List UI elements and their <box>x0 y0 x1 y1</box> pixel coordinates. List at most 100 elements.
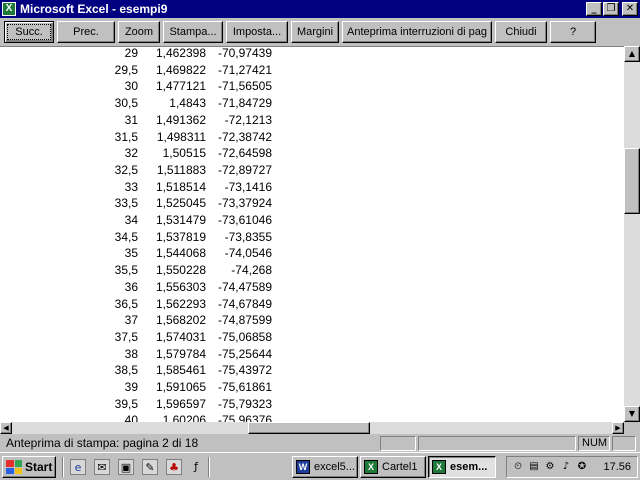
table-row: 34 1,531479 -73,61046 <box>0 212 300 228</box>
table-cell: 30,5 <box>114 96 138 111</box>
vertical-scrollbar[interactable]: ▲ ▼ <box>624 46 640 422</box>
table-row: 35,5 1,550228 -74,268 <box>0 262 300 278</box>
taskbar-item-word[interactable]: W excel5... <box>292 456 358 478</box>
table-row: 31,5 1,498311 -72,38742 <box>0 129 300 145</box>
table-row: 33 1,518514 -73,1416 <box>0 179 300 195</box>
taskbar-divider <box>62 457 64 477</box>
word-document-icon: W <box>296 460 310 474</box>
table-cell: 32,5 <box>114 162 138 177</box>
table-row: 29 1,462398 -70,97439 <box>0 46 300 61</box>
outlook-express-icon[interactable]: ✉ <box>94 459 110 475</box>
status-panel-4 <box>612 436 636 451</box>
restore-button[interactable]: ❐ <box>603 2 619 16</box>
table-cell: 34 <box>124 213 138 227</box>
table-cell: -74,268 <box>231 263 272 278</box>
taskbar-divider-2 <box>208 457 210 477</box>
table-cell: 35 <box>124 246 138 261</box>
zoom-button[interactable]: Zoom <box>118 21 160 43</box>
scheduler-icon[interactable]: ⏲ <box>511 460 525 474</box>
print-preview-page[interactable]: 29 1,462398 -70,97439 29,5 1,469822 -71,27421… <box>0 46 624 422</box>
table-row: 30,5 1,4843 -71,84729 <box>0 95 300 111</box>
internet-explorer-icon[interactable]: e <box>70 459 86 475</box>
next-page-button[interactable]: Succ. <box>4 21 54 43</box>
channels-icon[interactable]: ✎ <box>142 459 158 475</box>
table-row: 38,5 1,585461 -75,43972 <box>0 362 300 378</box>
office-app-icon[interactable]: ♣ <box>166 459 182 475</box>
table-cell: 1,591065 <box>155 380 206 394</box>
close-preview-button[interactable]: Chiudi <box>495 21 547 43</box>
table-cell: -73,8355 <box>224 229 272 244</box>
table-cell: 1,491362 <box>155 112 206 127</box>
horizontal-scroll-thumb[interactable] <box>248 422 370 434</box>
table-cell: -73,37924 <box>217 196 272 211</box>
status-panel-2 <box>418 436 576 451</box>
volume-icon[interactable]: ♪ <box>559 460 573 474</box>
status-bar: Anteprima di stampa: pagina 2 di 18 NUM <box>0 434 640 452</box>
table-cell: -74,87599 <box>217 313 272 328</box>
network-icon[interactable]: ⚙ <box>543 460 557 474</box>
table-cell: 30 <box>124 79 138 94</box>
table-cell: 1,537819 <box>155 229 206 244</box>
margins-button[interactable]: Margini <box>291 21 339 43</box>
table-row: 32 1,50515 -72,64598 <box>0 145 300 161</box>
start-button[interactable]: Start <box>2 456 56 478</box>
margins-label: Margini <box>296 26 334 38</box>
scroll-up-arrow-icon[interactable]: ▲ <box>624 46 640 62</box>
scroll-down-arrow-icon[interactable]: ▼ <box>624 406 640 422</box>
vertical-scroll-thumb[interactable] <box>624 148 640 214</box>
taskbar-item-label: Cartel1 <box>382 461 418 473</box>
previous-page-button[interactable]: Prec. <box>57 21 115 43</box>
page-setup-button[interactable]: Imposta... <box>226 21 288 43</box>
table-cell: -75,43972 <box>217 363 272 378</box>
table-row: 36 1,556303 -74,47589 <box>0 279 300 295</box>
excel-workbook-icon: X <box>432 460 446 474</box>
taskbar-item-esempi[interactable]: X esem... <box>428 456 496 478</box>
table-row: 29,5 1,469822 -71,27421 <box>0 62 300 78</box>
help-button[interactable]: ? <box>550 21 596 43</box>
table-cell: 35,5 <box>114 263 138 278</box>
table-cell: 1,477121 <box>155 79 206 94</box>
table-cell: 1,50515 <box>162 146 206 161</box>
taskbar-item-cartel1[interactable]: X Cartel1 <box>360 456 426 478</box>
table-cell: -72,38742 <box>217 129 272 144</box>
table-row: 39,5 1,596597 -75,79323 <box>0 396 300 412</box>
clock[interactable]: 17.56 <box>603 461 631 473</box>
page-break-preview-label: Anteprima interruzioni di pag <box>346 26 488 38</box>
page-break-preview-button[interactable]: Anteprima interruzioni di pag <box>342 21 492 43</box>
system-tray: ⏲ ▤ ⚙ ♪ ✪ 17.56 <box>506 456 638 478</box>
print-button[interactable]: Stampa... <box>163 21 223 43</box>
table-cell: -75,96376 <box>217 413 272 422</box>
table-cell: 39,5 <box>114 396 138 411</box>
display-icon[interactable]: ▤ <box>527 460 541 474</box>
start-label: Start <box>25 460 53 474</box>
antivirus-icon[interactable]: ✪ <box>575 460 589 474</box>
table-cell: -73,1416 <box>224 179 272 194</box>
table-cell: 29 <box>124 46 138 60</box>
table-cell: 38 <box>124 346 138 361</box>
table-row: 34,5 1,537819 -73,8355 <box>0 229 300 245</box>
table-cell: 37 <box>124 313 138 328</box>
print-preview-toolbar: Succ. Prec. Zoom Stampa... Imposta... Ma… <box>0 18 640 46</box>
table-row: 37 1,568202 -74,87599 <box>0 312 300 328</box>
table-cell: 1,518514 <box>155 179 206 194</box>
table-cell: 1,469822 <box>155 62 206 77</box>
windows-logo-icon <box>6 460 22 474</box>
table-cell: -71,84729 <box>217 96 272 111</box>
previous-page-label: Prec. <box>73 26 99 38</box>
excel-app-icon[interactable]: X <box>2 2 16 16</box>
table-cell: -74,0546 <box>224 246 272 261</box>
table-cell: 1,525045 <box>155 196 206 211</box>
table-cell: -71,56505 <box>217 79 272 94</box>
minimize-button[interactable]: _ <box>586 2 602 16</box>
show-desktop-icon[interactable]: ▣ <box>118 459 134 475</box>
close-window-button[interactable]: ✕ <box>622 2 638 16</box>
scroll-right-arrow-icon[interactable]: ▶ <box>612 422 624 434</box>
table-cell: 1,562293 <box>155 296 206 311</box>
table-cell: 39 <box>124 380 138 394</box>
horizontal-scrollbar[interactable]: ◀ ▶ <box>0 422 624 434</box>
table-cell: 40 <box>124 413 138 422</box>
quick-launch-icon[interactable]: ƒ <box>188 459 204 475</box>
table-row: 35 1,544068 -74,0546 <box>0 245 300 261</box>
table-cell: -70,97439 <box>217 46 272 60</box>
scroll-left-arrow-icon[interactable]: ◀ <box>0 422 12 434</box>
